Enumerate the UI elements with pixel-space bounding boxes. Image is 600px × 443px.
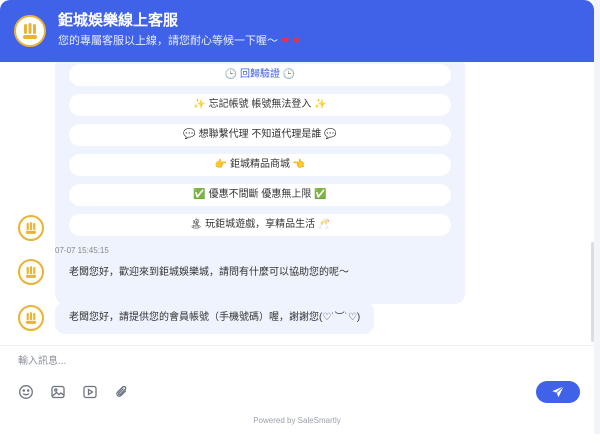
emoji-icon[interactable] [16,382,36,402]
sparkles-icon: ✨ [193,99,209,110]
clock-icon: 🕒 [224,69,240,80]
chat-title: 鉅城娛樂線上客服 [58,12,179,29]
menu-option-label: 忘記帳號 帳號無法登入 [208,99,312,110]
agent-message-bubble: 老闆您好，歡迎來到鉅城娛樂城，請問有什麼可以協助您的呢～ [55,257,363,289]
menu-option[interactable]: 💬 想聯繫代理 不知道代理是誰 💬 [69,124,451,146]
chat-subtitle: 您的專屬客服以上線，請您耐心等候一下喔～ ❤ ❤ [58,33,301,50]
menu-option[interactable]: 👉 鉅城精品商城 👈 [69,154,451,176]
attachment-icon[interactable] [112,382,132,402]
speech-bubble-icon: 💬 [183,129,199,140]
menu-option[interactable]: 🏝 玩鉅城遊戲，享精品生活 🥂 [69,214,451,236]
powered-by: Powered by SaleSmartly [253,416,341,425]
message-input[interactable] [18,352,438,370]
window-edge [594,0,600,443]
brand-logo [14,15,46,47]
agent-avatar [18,215,44,241]
agent-message-bubble: 老闆您好，請提供您的會員帳號（手機號碼）喔，謝謝您(♡˙︶˙♡) [55,302,375,334]
send-button[interactable] [536,381,580,403]
chat-header: 鉅城娛樂線上客服 您的專屬客服以上線，請您耐心等候一下喔～ ❤ ❤ [0,0,594,62]
subtitle-text: 您的專屬客服以上線，請您耐心等候一下喔～ [58,35,278,47]
menu-option-label: 玩鉅城遊戲，享精品生活 [205,219,316,230]
check-icon: ✅ [193,189,209,200]
paper-plane-icon [552,385,564,398]
menu-option[interactable]: ✅ 優惠不間斷 優惠無上限 ✅ [69,184,451,206]
video-icon[interactable] [80,382,100,402]
toast-icon: 🥂 [315,219,331,230]
agent-avatar [18,305,44,331]
composer-divider [0,345,594,346]
menu-option-label: 鉅城精品商城 [230,159,290,170]
island-icon: 🏝 [189,219,206,230]
scrollbar[interactable] [591,242,594,342]
menu-option[interactable]: ✨ 忘記帳號 帳號無法登入 ✨ [69,94,451,116]
speech-bubble-icon: 💬 [321,129,337,140]
menu-option-label: 想聯繫代理 不知道代理是誰 [198,129,322,140]
heart-icon: ❤ ❤ [281,36,301,47]
pointing-hand-icon: 👉 [214,159,230,170]
message-list[interactable]: 🕒 回歸驗證 🕒 ✨ 忘記帳號 帳號無法登入 ✨ 💬 想聯繫代理 不知道代理是誰… [0,62,594,345]
menu-option-label: 優惠不間斷 優惠無上限 [208,189,312,200]
menu-option[interactable]: 🕒 回歸驗證 🕒 [69,64,451,86]
image-icon[interactable] [48,382,68,402]
agent-avatar [18,259,44,285]
sparkles-icon: ✨ [311,99,327,110]
menu-option-label[interactable]: 回歸驗證 [240,69,280,80]
clock-icon: 🕒 [280,69,296,80]
check-icon: ✅ [311,189,327,200]
pointing-hand-icon: 👈 [290,159,306,170]
bottom-strip [0,434,600,443]
message-timestamp: 07-07 15:45:15 [55,246,109,255]
